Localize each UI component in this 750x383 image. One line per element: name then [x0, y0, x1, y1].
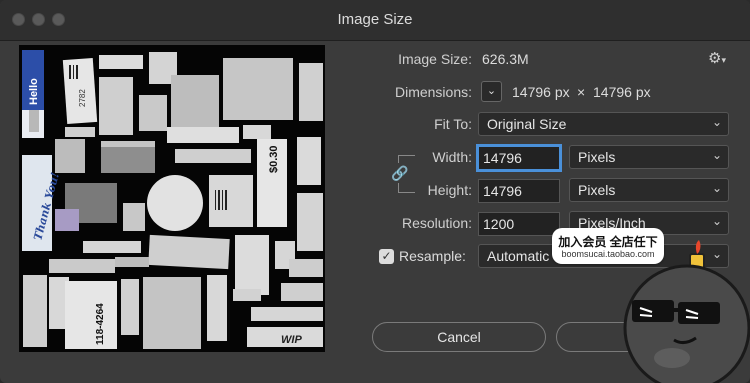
image-size-value: 626.3M: [482, 51, 529, 67]
hello-sticker-text: Hello: [28, 78, 40, 105]
cancel-button[interactable]: Cancel: [372, 322, 546, 352]
dimensions-label: Dimensions:: [394, 84, 472, 100]
image-size-label: Image Size:: [398, 51, 472, 67]
resample-label: Resample:: [399, 248, 466, 264]
title-bar: Image Size: [0, 0, 750, 41]
width-unit-value: Pixels: [578, 149, 616, 165]
wip-text: WIP: [281, 334, 302, 346]
width-unit-select[interactable]: Pixels ⌄: [569, 145, 729, 169]
image-size-dialog: Image Size Hello 2782 $0.30 Thank You! 1…: [0, 0, 750, 383]
chevron-down-icon: ⌄: [711, 214, 722, 228]
label-code-text: 118-4264: [95, 303, 106, 345]
chevron-down-icon: ⌄: [486, 85, 497, 97]
resolution-input[interactable]: [478, 212, 560, 236]
width-label: Width:: [432, 149, 472, 165]
image-preview[interactable]: Hello 2782 $0.30 Thank You! 118-4264 WIP: [19, 45, 325, 352]
window-title: Image Size: [337, 11, 413, 28]
chevron-down-icon: ⌄: [711, 148, 722, 162]
dimensions-unit-dropdown[interactable]: ⌄: [481, 81, 502, 102]
resample-method-value: Automatic: [487, 248, 550, 264]
chevron-down-icon: ⌄: [711, 115, 722, 129]
dimensions-height-value: 14796 px: [593, 84, 651, 100]
dimensions-width-value: 14796 px: [512, 84, 570, 100]
preview-texture-image: Hello 2782 $0.30 Thank You! 118-4264 WIP: [19, 45, 325, 352]
height-unit-value: Pixels: [578, 182, 616, 198]
settings-gear-icon[interactable]: ⚙▾: [708, 49, 726, 67]
width-input[interactable]: [478, 146, 560, 170]
dimensions-times-sign: ×: [577, 84, 586, 100]
chevron-down-icon: ⌄: [711, 181, 722, 195]
resolution-label: Resolution:: [401, 215, 472, 231]
fit-to-select[interactable]: Original Size ⌄: [478, 112, 729, 136]
resample-checkbox[interactable]: ✓: [379, 249, 394, 264]
fit-to-label: Fit To:: [434, 116, 472, 132]
checkmark-icon: ✓: [381, 249, 392, 263]
fit-to-value: Original Size: [487, 116, 567, 132]
mascot-bomb-icon: [623, 240, 750, 383]
height-input[interactable]: [478, 179, 560, 203]
height-label: Height:: [427, 182, 472, 198]
price-tag-text: $0.30: [268, 145, 280, 173]
barcode-number-text: 2782: [78, 89, 87, 107]
constrain-proportions-link-icon[interactable]: 🔗: [391, 163, 408, 183]
height-unit-select[interactable]: Pixels ⌄: [569, 178, 729, 202]
